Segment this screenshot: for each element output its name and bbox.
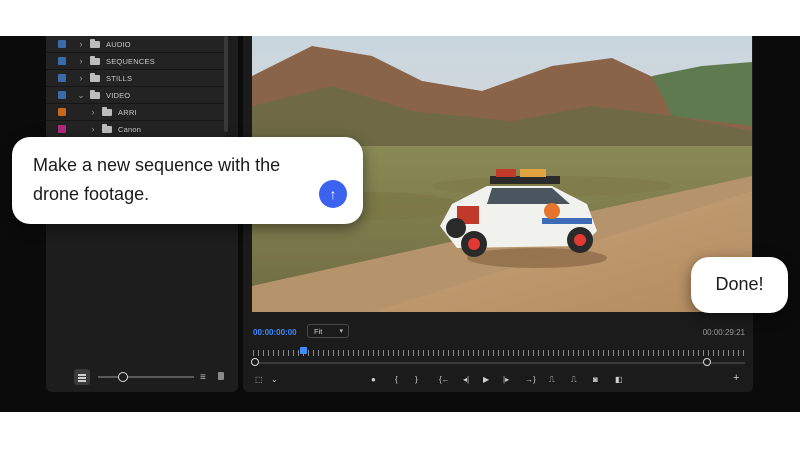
label-color-swatch[interactable] [58, 40, 66, 48]
camera-icon[interactable]: ◙ [593, 374, 598, 386]
scrollbar-left-handle[interactable] [251, 358, 259, 366]
chevron-right-icon[interactable]: › [88, 124, 98, 134]
compare-view-icon[interactable]: ◧ [615, 374, 623, 386]
label-color-swatch[interactable] [58, 108, 66, 116]
playhead[interactable] [300, 347, 307, 354]
lift-icon[interactable]: ⎍ [549, 374, 555, 386]
chevron-down-icon: ▾ [339, 328, 343, 335]
prompt-bubble: Make a new sequence with the drone foota… [12, 137, 363, 224]
prompt-text: Make a new sequence with the drone foota… [33, 155, 281, 204]
project-footer: ≡ [46, 362, 238, 392]
bin-icon[interactable] [218, 372, 224, 380]
folder-icon [102, 106, 112, 116]
reply-bubble: Done! [691, 257, 788, 313]
safe-margins-icon[interactable]: ⬚ [255, 374, 263, 386]
zoom-select[interactable]: Fit ▾ [307, 324, 349, 338]
mark-out-icon[interactable]: } [415, 374, 418, 386]
chevron-right-icon[interactable]: › [76, 56, 86, 66]
icon-size-slider-knob[interactable] [118, 372, 128, 382]
bin-label: Canon [118, 124, 142, 134]
mark-in-icon[interactable]: { [395, 374, 398, 386]
bin-label: VIDEO [106, 90, 131, 100]
step-forward-icon[interactable]: |▸ [503, 374, 509, 386]
project-scrollbar[interactable] [224, 36, 228, 132]
bin-row[interactable]: › SEQUENCES [46, 53, 226, 70]
chevron-right-icon[interactable]: › [76, 73, 86, 83]
folder-icon [90, 55, 100, 65]
step-back-icon[interactable]: ◂| [463, 374, 469, 386]
folder-icon [90, 38, 100, 48]
time-ruler[interactable] [253, 350, 745, 356]
zoom-scrollbar[interactable] [253, 362, 745, 364]
scrollbar-right-handle[interactable] [703, 358, 711, 366]
chevron-right-icon[interactable]: › [88, 107, 98, 117]
current-timecode[interactable]: 00:00:00:00 [253, 328, 297, 337]
duration-timecode: 00:00:29:21 [702, 328, 745, 337]
label-color-swatch[interactable] [58, 125, 66, 133]
sort-icon[interactable]: ≡ [200, 372, 206, 383]
transport-bar: ⬚ ⌄ ● { } {← ◂| ▶ |▸ →} ⎍ ⎍ ◙ ◧ + [243, 372, 753, 392]
reply-text: Done! [715, 274, 764, 294]
bin-row[interactable]: ⌄ VIDEO [46, 87, 226, 104]
bin-row[interactable]: › Canon [46, 121, 226, 138]
bin-label: ARRI [118, 107, 137, 117]
bin-row[interactable]: › ARRI [46, 104, 226, 121]
chevron-down-icon[interactable]: ⌄ [76, 90, 86, 101]
label-color-swatch[interactable] [58, 91, 66, 99]
label-color-swatch[interactable] [58, 74, 66, 82]
monitor-controls: 00:00:00:00 Fit ▾ 00:00:29:21 ⬚ ⌄ ● { } … [243, 320, 753, 392]
chevron-right-icon[interactable]: › [76, 39, 86, 49]
zoom-select-value: Fit [314, 327, 323, 336]
chevron-down-icon[interactable]: ⌄ [271, 374, 278, 386]
bin-label: STILLS [106, 73, 133, 83]
label-color-swatch[interactable] [58, 57, 66, 65]
add-marker-icon[interactable]: ● [371, 374, 376, 386]
send-button[interactable]: ↑ [319, 180, 347, 208]
bin-label: AUDIO [106, 39, 131, 49]
arrow-up-icon: ↑ [329, 186, 337, 202]
go-to-out-icon[interactable]: →} [525, 374, 536, 386]
folder-icon [102, 123, 112, 133]
play-icon[interactable]: ▶ [483, 374, 489, 386]
premiere-workspace: › AUDIO › SEQUENCES › STILLS ⌄ VIDEO › ARRI › Canon… [0, 36, 800, 412]
go-to-in-icon[interactable]: {← [439, 374, 450, 386]
bin-label: SEQUENCES [106, 56, 155, 66]
folder-icon [90, 89, 100, 99]
add-button-icon[interactable]: + [733, 372, 739, 384]
extract-icon[interactable]: ⎍ [571, 374, 577, 386]
list-view-icon[interactable] [74, 369, 90, 385]
folder-icon [90, 72, 100, 82]
icon-size-slider[interactable] [98, 376, 194, 378]
bin-row[interactable]: › AUDIO [46, 36, 226, 53]
bin-row[interactable]: › STILLS [46, 70, 226, 87]
